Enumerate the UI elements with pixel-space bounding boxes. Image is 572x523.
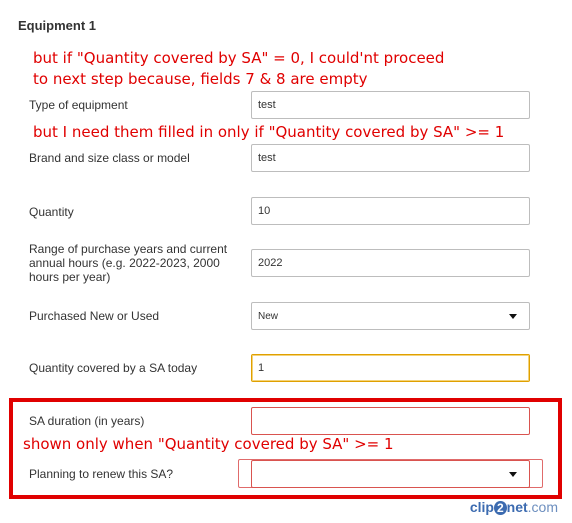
- chevron-down-icon: [509, 314, 517, 319]
- quantity-covered-sa-input[interactable]: 1: [251, 354, 530, 382]
- renew-sa-label: Planning to renew this SA?: [29, 467, 174, 481]
- sa-duration-input[interactable]: [251, 407, 530, 435]
- quantity-covered-sa-label: Quantity covered by a SA today: [29, 361, 198, 375]
- annotation-note-1-line-2: to next step because, fields 7 & 8 are e…: [33, 70, 368, 88]
- brand-model-input[interactable]: test: [251, 144, 530, 172]
- sa-duration-label: SA duration (in years): [29, 414, 145, 428]
- purchased-new-used-select[interactable]: New: [251, 302, 530, 330]
- annotation-note-3: shown only when "Quantity covered by SA"…: [23, 435, 394, 453]
- purchased-new-used-label: Purchased New or Used: [29, 309, 160, 323]
- annotation-note-2: but I need them filled in only if "Quant…: [33, 123, 505, 141]
- chevron-down-icon: [509, 472, 517, 477]
- quantity-input[interactable]: 10: [251, 197, 530, 225]
- purchase-years-hours-label: Range of purchase years and current annu…: [29, 242, 228, 284]
- purchase-years-hours-input[interactable]: 2022: [251, 249, 530, 277]
- type-of-equipment-label: Type of equipment: [29, 98, 128, 112]
- purchased-new-used-value: New: [258, 311, 279, 322]
- clip2net-watermark: clip 2 net.com: [469, 499, 558, 515]
- quantity-label: Quantity: [29, 205, 74, 219]
- renew-sa-select[interactable]: [251, 460, 530, 488]
- type-of-equipment-input[interactable]: test: [251, 91, 530, 119]
- section-title: Equipment 1: [18, 18, 97, 33]
- brand-model-label: Brand and size class or model: [29, 151, 190, 165]
- annotation-note-1-line-1: but if "Quantity covered by SA" = 0, I c…: [33, 49, 445, 67]
